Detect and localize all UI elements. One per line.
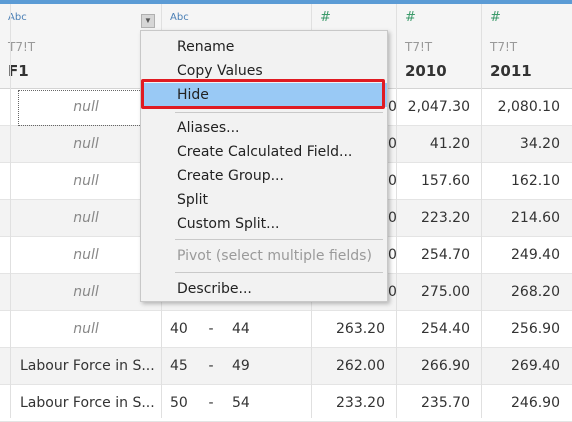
cell-range-start[interactable]: 40 xyxy=(170,311,210,348)
menu-separator xyxy=(175,239,383,240)
menu-item-aliases[interactable]: Aliases... xyxy=(141,116,387,140)
column-divider xyxy=(396,4,397,418)
menu-item-create-calculated-field[interactable]: Create Calculated Field... xyxy=(141,140,387,164)
number-type-icon[interactable]: # xyxy=(320,10,331,25)
cell-2010[interactable]: 2,047.30 xyxy=(397,89,482,126)
column-header-2011[interactable]: # T7!T 2011 xyxy=(482,4,572,88)
cell-value-fragment: 0 xyxy=(388,210,396,226)
cell-2010[interactable]: 254.40 xyxy=(397,311,482,348)
column-menu-dropdown-icon[interactable]: ▼ xyxy=(141,14,155,28)
string-type-icon[interactable]: Abc xyxy=(170,12,189,23)
cell-value[interactable]: 262.00 xyxy=(312,348,397,385)
menu-separator xyxy=(175,112,383,113)
cell-2011[interactable]: 162.10 xyxy=(482,163,572,200)
table-row[interactable]: Labour Force in S... 50-54 233.20 235.70 246… xyxy=(0,385,572,422)
cell-value[interactable]: 233.20 xyxy=(312,385,397,422)
cell-value-fragment: 0 xyxy=(388,173,396,189)
range-dash[interactable]: - xyxy=(205,348,217,385)
column-divider xyxy=(481,4,482,418)
cell-2011[interactable]: 249.40 xyxy=(482,237,572,274)
column-source-label: T7!T xyxy=(8,40,36,54)
cell-2010[interactable]: 223.20 xyxy=(397,200,482,237)
column-source-label: T7!T xyxy=(405,40,433,54)
menu-item-pivot: Pivot (select multiple fields) xyxy=(177,248,372,264)
cell-range-start[interactable]: 45 xyxy=(170,348,210,385)
cell-value-fragment: 0 xyxy=(388,247,396,263)
cell-f1[interactable]: null xyxy=(10,311,162,348)
cell-value-fragment: 0 xyxy=(388,136,396,152)
cell-2010[interactable]: 41.20 xyxy=(397,126,482,163)
menu-item-create-group[interactable]: Create Group... xyxy=(141,164,387,188)
cell-2010[interactable]: 235.70 xyxy=(397,385,482,422)
cell-2010[interactable]: 157.60 xyxy=(397,163,482,200)
cell-range-end[interactable]: 54 xyxy=(232,385,302,422)
cell-f1[interactable]: Labour Force in S... xyxy=(10,348,162,385)
column-header-2010[interactable]: # T7!T 2010 xyxy=(397,4,482,88)
cell-2011[interactable]: 269.40 xyxy=(482,348,572,385)
cell-2011[interactable]: 256.90 xyxy=(482,311,572,348)
cell-2011[interactable]: 214.60 xyxy=(482,200,572,237)
cell-range-end[interactable]: 44 xyxy=(232,311,302,348)
column-name: 2010 xyxy=(405,62,447,80)
table-row[interactable]: null 40-44 263.20 254.40 256.90 xyxy=(0,311,572,348)
menu-item-rename[interactable]: Rename xyxy=(141,35,387,59)
selected-cell-outline xyxy=(18,90,160,126)
column-name: 2011 xyxy=(490,62,532,80)
cell-value-fragment: 0 xyxy=(388,284,396,300)
row-gutter-divider xyxy=(10,4,11,418)
range-dash[interactable]: - xyxy=(205,385,217,422)
cell-value[interactable]: 263.20 xyxy=(312,311,397,348)
cell-2010[interactable]: 275.00 xyxy=(397,274,482,311)
column-source-label: T7!T xyxy=(490,40,518,54)
column-context-menu: Rename Copy Values Hide Aliases... Creat… xyxy=(140,30,388,302)
cell-range-start[interactable]: 50 xyxy=(170,385,210,422)
cell-2011[interactable]: 34.20 xyxy=(482,126,572,163)
hide-highlight-annotation xyxy=(141,79,385,109)
cell-2010[interactable]: 254.70 xyxy=(397,237,482,274)
cell-2011[interactable]: 268.20 xyxy=(482,274,572,311)
menu-separator xyxy=(175,272,383,273)
table-row[interactable]: Labour Force in S... 45-49 262.00 266.90 269… xyxy=(0,348,572,385)
cell-2011[interactable]: 246.90 xyxy=(482,385,572,422)
menu-item-describe[interactable]: Describe... xyxy=(141,277,387,301)
menu-item-split[interactable]: Split xyxy=(141,188,387,212)
number-type-icon[interactable]: # xyxy=(405,10,416,25)
cell-f1[interactable]: Labour Force in S... xyxy=(10,385,162,422)
cell-2011[interactable]: 2,080.10 xyxy=(482,89,572,126)
number-type-icon[interactable]: # xyxy=(490,10,501,25)
menu-item-custom-split[interactable]: Custom Split... xyxy=(141,212,387,236)
cell-2010[interactable]: 266.90 xyxy=(397,348,482,385)
range-dash[interactable]: - xyxy=(205,311,217,348)
column-name: F1 xyxy=(8,62,29,80)
column-header-f1[interactable]: Abc T7!T F1 ▼ xyxy=(0,4,162,88)
cell-range-end[interactable]: 49 xyxy=(232,348,302,385)
cell-value-fragment: 0 xyxy=(388,99,396,115)
